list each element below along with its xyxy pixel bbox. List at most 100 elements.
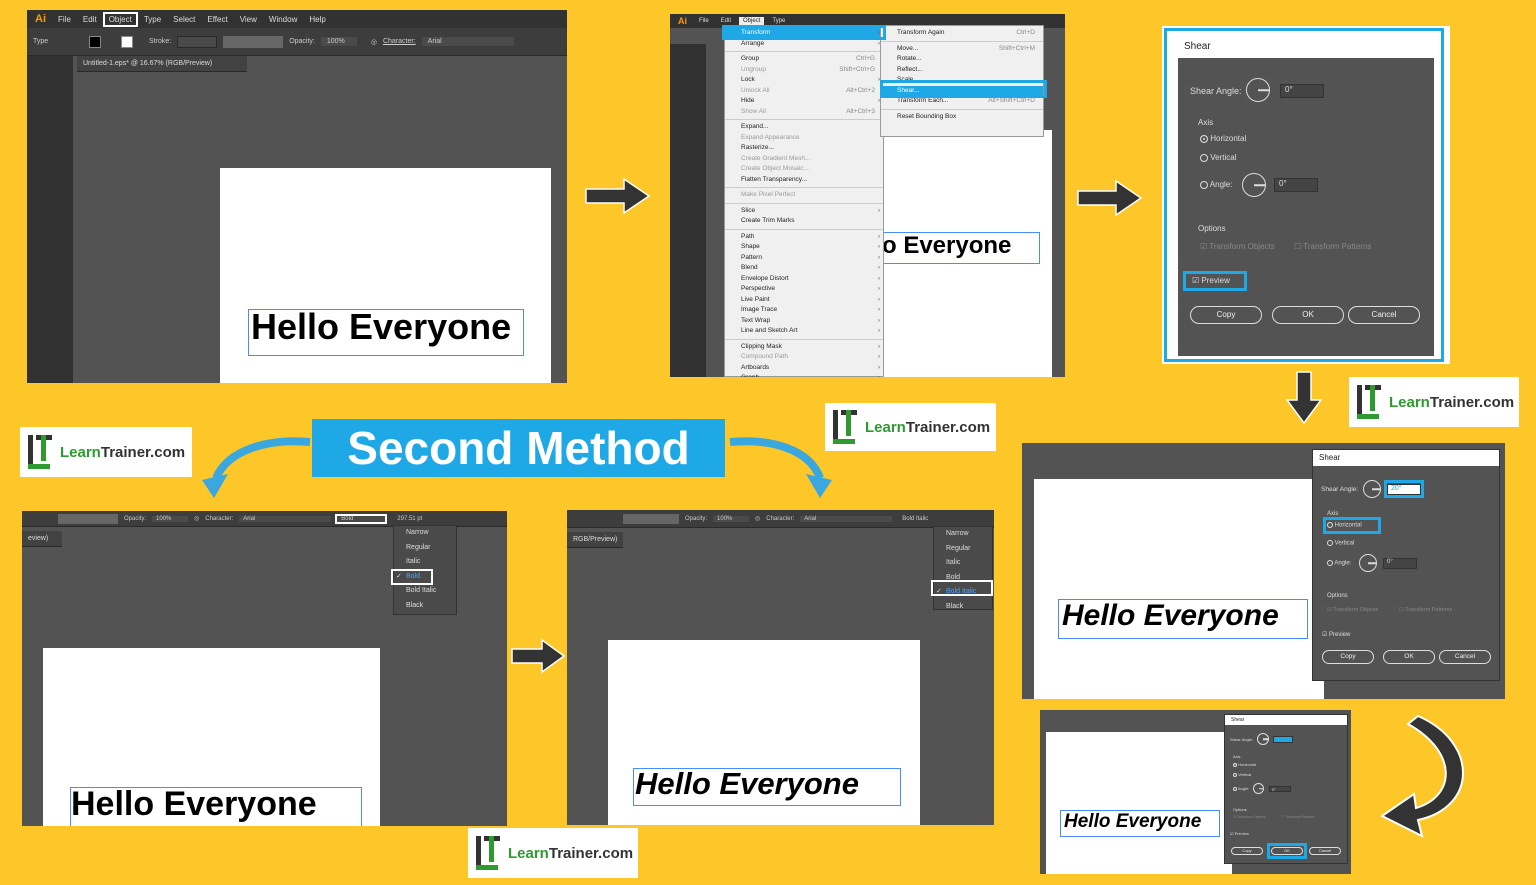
transform-objects-checkbox[interactable]: ☑ Transform Objects xyxy=(1327,607,1378,613)
globe-icon[interactable]: ◎ xyxy=(194,515,199,522)
style-field[interactable] xyxy=(623,513,679,524)
menu-window[interactable]: Window xyxy=(265,14,301,25)
menu-item-move[interactable]: Move... Shift+Ctrl+M xyxy=(881,44,1043,55)
style-field[interactable] xyxy=(223,35,284,48)
menu-file[interactable]: File xyxy=(695,17,713,25)
font-style-field[interactable]: Bold Italic xyxy=(898,516,932,522)
menu-item-slice[interactable]: Slice › xyxy=(725,206,883,217)
menu-item-create-trim-marks[interactable]: Create Trim Marks xyxy=(725,216,883,227)
font-style-option-narrow[interactable]: Narrow xyxy=(934,527,992,542)
angle-field[interactable]: 0° xyxy=(1269,786,1291,792)
font-style-option-black[interactable]: Black xyxy=(394,599,456,614)
menu-item-label: Transform Each... xyxy=(897,97,949,104)
transform-patterns-checkbox[interactable]: ☐ Transform Patterns xyxy=(1399,607,1452,613)
vertical-radio[interactable]: Vertical xyxy=(1233,772,1251,777)
menu-item-perspective[interactable]: Perspective › xyxy=(725,284,883,295)
transform-objects-checkbox[interactable]: ☑ Transform Objects xyxy=(1233,815,1266,819)
menu-edit[interactable]: Edit xyxy=(79,14,101,25)
hello-text-sheared[interactable]: Hello Everyone xyxy=(1064,811,1201,833)
copy-button[interactable]: Copy xyxy=(1231,847,1263,855)
menu-file[interactable]: File xyxy=(54,14,75,25)
hello-text-sheared[interactable]: Hello Everyone xyxy=(1062,599,1279,633)
font-style-field[interactable]: Bold xyxy=(335,513,388,524)
shear-angle-dial[interactable] xyxy=(1363,480,1381,498)
copy-button[interactable]: Copy xyxy=(1322,650,1374,664)
preview-checkbox[interactable]: ☑ Preview xyxy=(1230,831,1249,836)
opacity-field[interactable]: 100% xyxy=(320,37,357,46)
angle-radio[interactable]: Angle: xyxy=(1327,560,1351,567)
opacity-field[interactable]: 100% xyxy=(713,515,750,522)
menu-type[interactable]: Type xyxy=(768,17,789,25)
menu-view[interactable]: View xyxy=(236,14,261,25)
menu-select[interactable]: Select xyxy=(169,14,199,25)
menu-item-envelope-distort[interactable]: Envelope Distort › xyxy=(725,274,883,285)
menu-item-line-and-sketch-art[interactable]: Line and Sketch Art › xyxy=(725,326,883,337)
font-field[interactable]: Arial xyxy=(239,515,332,522)
font-style-option-black[interactable]: Black xyxy=(934,600,992,615)
menu-item-live-paint[interactable]: Live Paint › xyxy=(725,295,883,306)
font-field[interactable]: Arial xyxy=(421,37,514,46)
angle-radio[interactable]: Angle: xyxy=(1233,786,1249,791)
menu-item-reset-bounding-box[interactable]: Reset Bounding Box xyxy=(881,112,1043,123)
menu-item-rotate[interactable]: Rotate... xyxy=(881,54,1043,65)
document-tab[interactable]: eview) xyxy=(22,531,62,547)
menu-item-flatten-transparency[interactable]: Flatten Transparency... xyxy=(725,175,883,186)
menu-help[interactable]: Help xyxy=(305,14,329,25)
menu-item-rasterize[interactable]: Rasterize... xyxy=(725,143,883,154)
menu-item-transform-again[interactable]: Transform Again Ctrl+D xyxy=(881,28,1043,39)
document-tab[interactable]: RGB/Preview) xyxy=(567,532,623,548)
angle-dial[interactable] xyxy=(1253,783,1264,794)
menu-item-lock[interactable]: Lock › xyxy=(725,75,883,86)
font-size-field[interactable]: 297.51 pt xyxy=(397,516,422,522)
opacity-field[interactable]: 100% xyxy=(152,515,189,522)
font-field[interactable]: Arial xyxy=(800,515,893,522)
font-style-option-italic[interactable]: Italic xyxy=(934,556,992,571)
menu-edit[interactable]: Edit xyxy=(717,17,735,25)
globe-icon[interactable]: ◎ xyxy=(755,515,760,522)
menu-item-pattern[interactable]: Pattern › xyxy=(725,253,883,264)
fill-swatch[interactable] xyxy=(89,35,101,48)
shear-angle-dial[interactable] xyxy=(1257,733,1269,745)
menu-item-hide[interactable]: Hide › xyxy=(725,96,883,107)
font-style-option-regular[interactable]: Regular xyxy=(934,542,992,557)
stroke-swatch[interactable] xyxy=(121,35,133,48)
menu-item-reflect[interactable]: Reflect... xyxy=(881,65,1043,76)
menu-item-text-wrap[interactable]: Text Wrap › xyxy=(725,316,883,327)
hello-text-bold-italic[interactable]: Hello Everyone xyxy=(635,766,859,802)
font-style-option-narrow[interactable]: Narrow xyxy=(394,526,456,541)
horizontal-radio[interactable]: Horizontal xyxy=(1233,762,1256,767)
angle-dial[interactable] xyxy=(1359,554,1377,572)
menu-item-group[interactable]: Group Ctrl+G xyxy=(725,54,883,65)
vertical-radio[interactable]: Vertical xyxy=(1327,540,1354,547)
menu-item-image-trace[interactable]: Image Trace › xyxy=(725,305,883,316)
menu-item-artboards[interactable]: Artboards › xyxy=(725,363,883,374)
globe-icon[interactable]: ◎ xyxy=(371,38,377,46)
menu-item-clipping-mask[interactable]: Clipping Mask › xyxy=(725,342,883,353)
ok-button[interactable]: OK xyxy=(1383,650,1435,664)
font-style-option-italic[interactable]: Italic xyxy=(394,555,456,570)
style-field[interactable] xyxy=(58,513,118,524)
transform-patterns-checkbox[interactable]: ☐ Transform Patterns xyxy=(1281,815,1315,819)
cancel-button[interactable]: Cancel xyxy=(1309,847,1341,855)
menu-item-shape[interactable]: Shape › xyxy=(725,242,883,253)
menu-effect[interactable]: Effect xyxy=(203,14,231,25)
preview-checkbox[interactable]: ☑ Preview xyxy=(1322,631,1350,638)
menu-item-blend[interactable]: Blend › xyxy=(725,263,883,274)
menu-item-graph[interactable]: Graph › xyxy=(725,373,883,377)
stroke-field[interactable] xyxy=(177,35,218,48)
cancel-button[interactable]: Cancel xyxy=(1439,650,1491,664)
hello-text-partial[interactable]: o Everyone xyxy=(882,232,1011,260)
hello-text[interactable]: Hello Everyone xyxy=(251,306,511,348)
menu-object[interactable]: Object xyxy=(739,17,765,25)
menu-type[interactable]: Type xyxy=(140,14,165,25)
menu-item-arrange[interactable]: Arrange › xyxy=(725,39,883,50)
shear-angle-field[interactable] xyxy=(1273,736,1293,743)
font-style-option-regular[interactable]: Regular xyxy=(394,541,456,556)
font-style-option-bold-italic[interactable]: Bold Italic xyxy=(394,584,456,599)
menu-item-expand[interactable]: Expand... xyxy=(725,122,883,133)
angle-field[interactable]: 0° xyxy=(1383,558,1417,569)
menu-item-path[interactable]: Path › xyxy=(725,232,883,243)
menu-object[interactable]: Object xyxy=(102,11,138,27)
document-tab[interactable]: Untitled-1.eps* @ 16.67% (RGB/Preview) xyxy=(77,56,247,72)
hello-text-bold[interactable]: Hello Everyone xyxy=(71,785,317,824)
